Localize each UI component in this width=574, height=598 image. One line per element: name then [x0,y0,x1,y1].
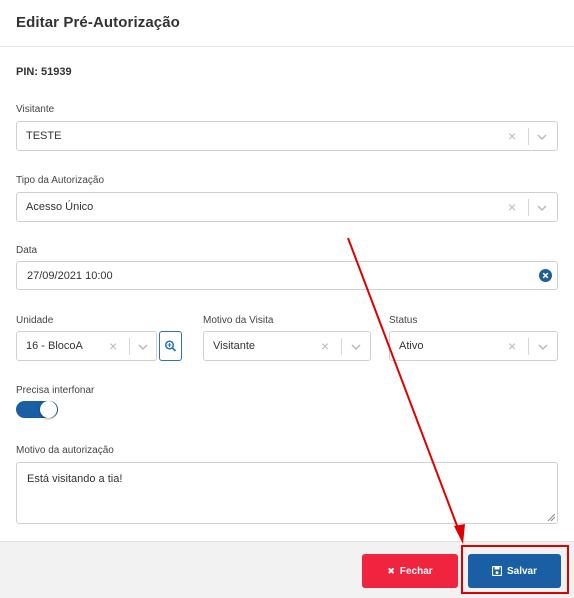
resize-handle-icon[interactable] [547,513,555,521]
motivo-visita-chevron-down-icon[interactable] [349,340,363,354]
unidade-select[interactable]: 16 - BlocoA × [16,331,157,361]
data-label: Data [16,245,38,256]
tipo-autorizacao-chevron-down-icon[interactable] [535,201,549,215]
interfonar-toggle[interactable] [16,401,58,418]
fechar-label: Fechar [399,565,433,577]
modal-title: Editar Pré-Autorização [16,14,180,31]
motivo-visita-select[interactable]: Visitante × [203,331,371,361]
visitante-clear-icon[interactable]: × [508,128,516,144]
status-clear-icon[interactable]: × [508,338,516,354]
tipo-autorizacao-select[interactable]: Acesso Único × [16,192,558,222]
status-separator [528,338,529,355]
zoom-in-icon [164,340,177,352]
status-value: Ativo [399,340,424,352]
data-input[interactable]: 27/09/2021 10:00 [16,261,558,290]
motivo-autorizacao-value: Está visitando a tia! [27,473,123,485]
modal-header: Editar Pré-Autorização [0,0,574,47]
unidade-separator [129,338,130,355]
motivo-autorizacao-textarea[interactable]: Está visitando a tia! [16,462,558,524]
motivo-visita-value: Visitante [213,340,255,352]
status-select[interactable]: Ativo × [389,331,558,361]
visitante-select[interactable]: TESTE × [16,121,558,151]
motivo-visita-clear-icon[interactable]: × [321,338,329,354]
unidade-chevron-down-icon[interactable] [136,340,150,354]
motivo-visita-label: Motivo da Visita [203,315,274,326]
visitante-value: TESTE [26,130,62,142]
visitante-label: Visitante [16,104,55,115]
status-label: Status [389,315,418,326]
motivo-visita-separator [341,338,342,355]
toggle-knob [40,401,57,418]
interfonar-label: Precisa interfonar [16,385,95,396]
close-icon: ✖ [387,565,395,576]
tipo-autorizacao-separator [528,199,529,216]
unidade-value: 16 - BlocoA [26,340,83,352]
visitante-chevron-down-icon[interactable] [535,130,549,144]
status-chevron-down-icon[interactable] [536,340,550,354]
tipo-autorizacao-label: Tipo da Autorização [16,175,105,186]
highlight-box [461,545,569,594]
fechar-button[interactable]: ✖ Fechar [362,554,458,588]
unidade-label: Unidade [16,315,54,326]
visitante-separator [528,128,529,145]
unidade-clear-icon[interactable]: × [109,338,117,354]
tipo-autorizacao-value: Acesso Único [26,201,94,213]
pin-label: PIN: 51939 [16,66,72,78]
motivo-autorizacao-label: Motivo da autorização [16,445,114,456]
data-value: 27/09/2021 10:00 [27,270,113,282]
date-clear-icon[interactable] [539,269,552,282]
unidade-search-button[interactable] [159,331,182,361]
tipo-autorizacao-clear-icon[interactable]: × [508,199,516,215]
